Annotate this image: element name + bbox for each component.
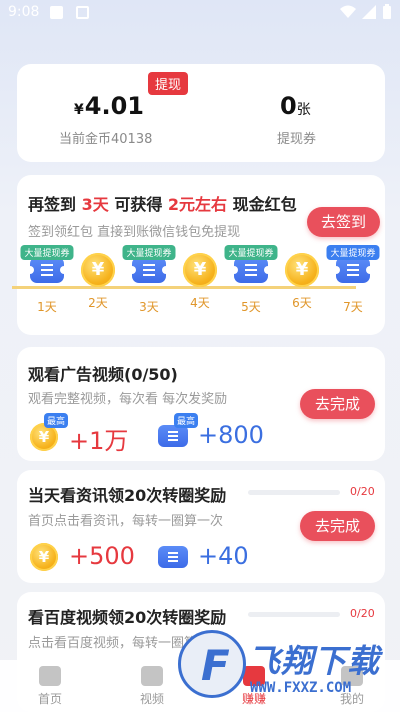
ticket-tag: 大量提现券 <box>122 245 176 260</box>
checkin-day: 大量提现券 7天 <box>326 245 380 315</box>
ticket-reward: +40 <box>198 542 249 570</box>
watermark-text: 飞翔下载 <box>248 642 381 680</box>
checkin-button[interactable]: 去签到 <box>307 207 380 237</box>
coin-reward: +1万 <box>69 427 129 455</box>
best-tag: 最高 <box>44 413 69 428</box>
coin-icon: ¥ <box>284 253 320 289</box>
task-title: 当天看资讯领20次转圈奖励 <box>28 486 227 505</box>
task-progress-bar <box>248 490 340 495</box>
withdraw-badge[interactable]: 提现 <box>148 72 189 95</box>
notification-icon-2 <box>76 6 89 19</box>
signal-icon <box>362 5 376 19</box>
currency-symbol: ¥ <box>74 102 84 118</box>
task-title: 观看广告视频(0/50) <box>28 365 178 384</box>
task-description: 观看完整视频，每次看 每次发奖励 <box>28 392 228 407</box>
checkin-day-label: 3天 <box>139 300 159 314</box>
checkin-title-text-3: 现金红包 <box>232 195 297 214</box>
checkin-day: 大量提现券 1天 <box>20 245 74 315</box>
checkin-title-text: 再签到 <box>28 195 77 214</box>
coin-icon: ¥ <box>30 543 58 571</box>
tickets-value: 0 <box>280 92 297 120</box>
watermark-url: WWW.FXXZ.COM <box>250 680 352 696</box>
ticket-icon <box>158 425 188 447</box>
task-progress-text: 0/20 <box>350 485 375 498</box>
checkin-day-label: 7天 <box>343 300 363 314</box>
best-tag-2: 最高 <box>174 413 199 428</box>
task-title: 看百度视频领20次转圈奖励 <box>28 608 227 627</box>
checkin-day: 大量提现券 5天 <box>224 245 278 315</box>
ticket-icon: 大量提现券 <box>20 245 74 293</box>
nav-video[interactable]: 视频 <box>122 666 182 707</box>
notification-icon <box>50 6 63 19</box>
checkin-day-label: 1天 <box>37 300 57 314</box>
nav-label: 视频 <box>139 692 164 706</box>
tickets-count: 0张 <box>280 92 311 120</box>
coins-label: 当前金币40138 <box>59 132 153 147</box>
checkin-amount: 2元左右 <box>167 195 228 214</box>
ticket-icon: 大量提现券 <box>122 245 176 293</box>
wifi-icon <box>340 5 356 18</box>
tickets-unit: 张 <box>296 102 311 118</box>
checkin-days: 3天 <box>81 195 109 214</box>
watermark-logo-icon <box>178 630 246 698</box>
task-description: 首页点击看资讯，每转一圈算一次 <box>28 514 224 529</box>
checkin-description: 签到领红包 直接到账微信钱包免提现 <box>28 225 241 240</box>
battery-icon <box>383 4 391 19</box>
ticket-reward: +800 <box>198 421 264 449</box>
checkin-day-label: 5天 <box>241 300 261 314</box>
video-icon <box>141 666 163 686</box>
balance-amount: ¥4.01 <box>74 92 144 120</box>
task-card-news: 当天看资讯领20次转圈奖励 0/20 首页点击看资讯，每转一圈算一次 去完成 ¥… <box>17 470 385 583</box>
checkin-day: ¥2天 <box>78 252 118 311</box>
coin-reward: +500 <box>69 542 135 570</box>
ticket-tag: 大量提现券 <box>326 245 380 260</box>
ticket-icon: 大量提现券 <box>224 245 278 293</box>
nav-label: 首页 <box>37 692 62 706</box>
checkin-title: 再签到 3天 可获得 2元左右 现金红包 <box>28 191 297 215</box>
status-time: 9:08 <box>8 4 40 20</box>
nav-home[interactable]: 首页 <box>20 666 80 707</box>
ticket-tag: 大量提现券 <box>20 245 74 260</box>
wallet-card: 提现 ¥4.01 当前金币40138 0张 提现券 <box>17 64 385 162</box>
balance-value: 4.01 <box>84 92 144 120</box>
ticket-icon: 大量提现券 <box>326 245 380 293</box>
checkin-day: ¥4天 <box>180 252 220 311</box>
status-right <box>340 4 392 20</box>
coin-icon: ¥ <box>182 253 218 289</box>
checkin-day-label: 6天 <box>292 296 312 310</box>
checkin-day: ¥6天 <box>282 252 322 311</box>
task-progress-bar <box>248 612 340 617</box>
status-bar: 9:08 <box>0 0 400 26</box>
task-card-ads: 观看广告视频(0/50) 观看完整视频，每次看 每次发奖励 去完成 ¥ 最高 +… <box>17 347 385 461</box>
task-progress-text: 0/20 <box>350 607 375 620</box>
checkin-title-text-2: 可获得 <box>114 195 163 214</box>
ticket-tag: 大量提现券 <box>224 245 278 260</box>
home-icon <box>39 666 61 686</box>
task-complete-button[interactable]: 去完成 <box>300 511 375 541</box>
coin-icon: ¥ <box>80 253 116 289</box>
checkin-day-label: 4天 <box>190 296 210 310</box>
checkin-day-label: 2天 <box>88 296 108 310</box>
tickets-label: 提现券 <box>277 132 317 147</box>
task-complete-button[interactable]: 去完成 <box>300 389 375 419</box>
ticket-icon <box>158 546 188 568</box>
watermark: 飞翔下载 WWW.FXXZ.COM <box>178 630 393 706</box>
checkin-day: 大量提现券 3天 <box>122 245 176 315</box>
